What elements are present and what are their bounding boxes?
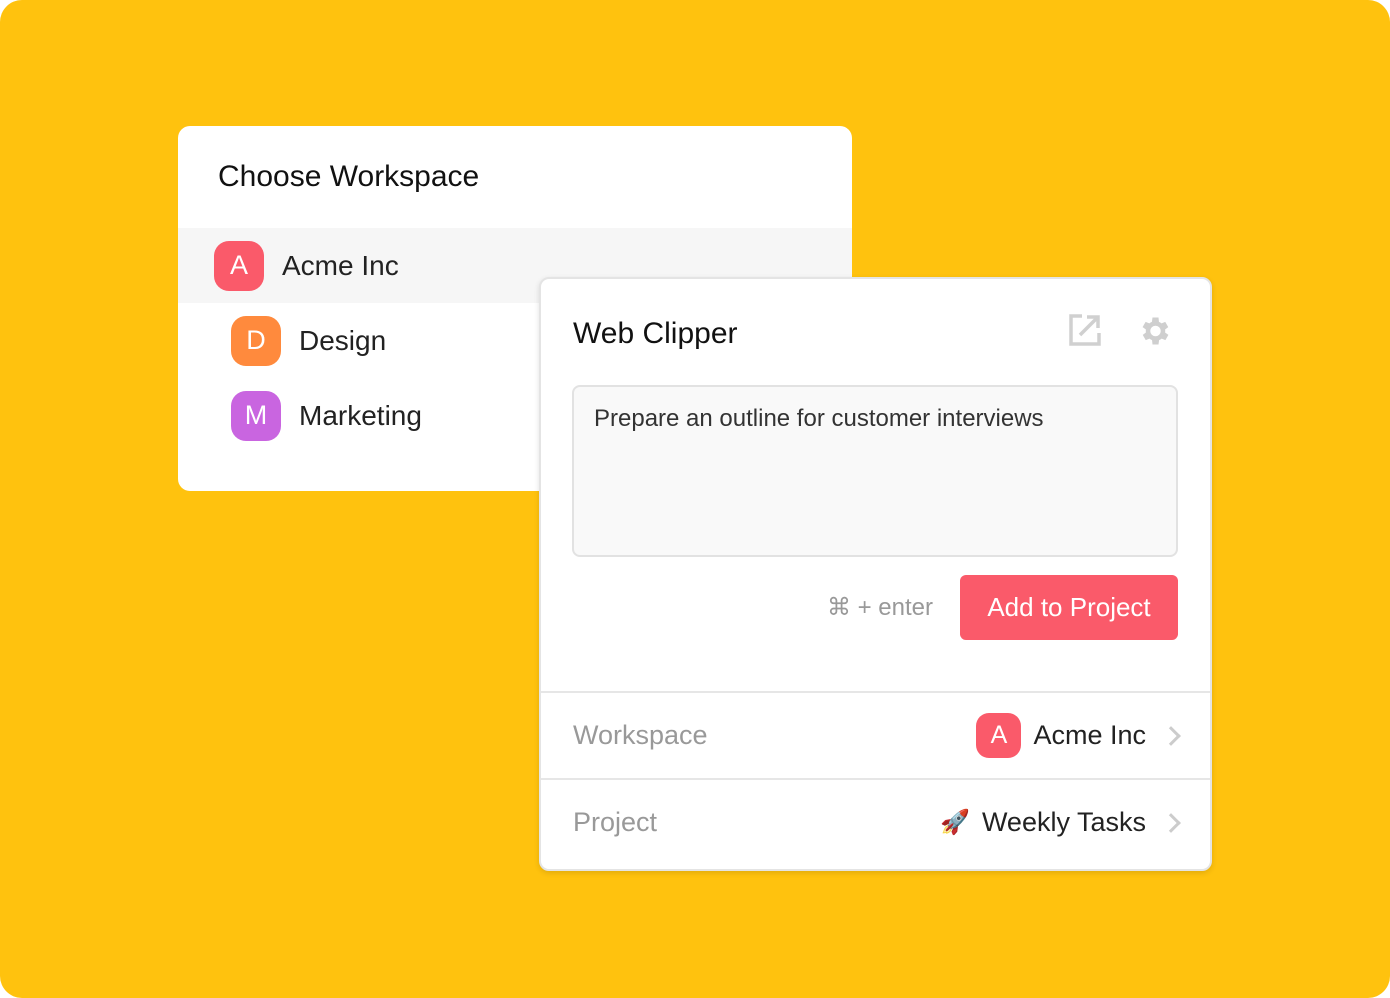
workspace-value: Acme Inc <box>1033 720 1146 750</box>
rocket-icon: 🚀 <box>940 809 970 836</box>
chevron-right-icon <box>1161 725 1181 746</box>
chevron-right-icon <box>1161 812 1181 833</box>
project-value: Weekly Tasks <box>981 807 1146 837</box>
workspace-label: Acme Inc <box>282 249 399 281</box>
add-to-project-button[interactable]: Add to Project <box>960 575 1178 640</box>
workspace-label: Marketing <box>299 399 422 431</box>
avatar: A <box>214 240 264 291</box>
panel-title: Web Clipper <box>573 317 738 350</box>
workspace-row[interactable]: Workspace A Acme Inc <box>541 691 1210 778</box>
task-input[interactable]: Prepare an outline for customer intervie… <box>572 385 1178 557</box>
project-label: Project <box>573 807 658 837</box>
project-row[interactable]: Project 🚀 Weekly Tasks <box>541 778 1210 865</box>
avatar: A <box>976 713 1022 758</box>
avatar: M <box>231 390 281 441</box>
workspace-label: Design <box>299 324 387 356</box>
avatar: D <box>231 315 281 366</box>
panel-title: Choose Workspace <box>218 160 480 193</box>
gear-icon[interactable] <box>1136 313 1172 349</box>
workspace-label: Workspace <box>573 720 708 750</box>
shortcut-hint: ⌘ + enter <box>826 594 933 621</box>
web-clipper-panel: Web Clipper Prepare an outline for custo… <box>539 277 1212 871</box>
external-link-icon[interactable] <box>1068 313 1102 347</box>
